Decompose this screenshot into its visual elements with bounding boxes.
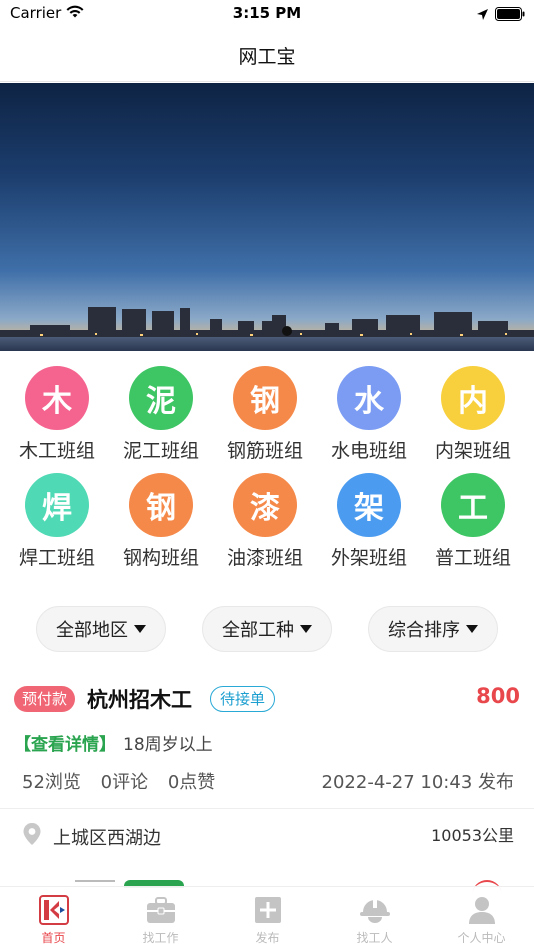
tab-bar: 首页 找工作 发布 找工人 个人中心: [0, 886, 534, 950]
category-item-interior-scaffold[interactable]: 内 内架班组: [421, 366, 525, 463]
home-logo-icon: [0, 893, 107, 927]
category-label: 钢构班组: [122, 547, 199, 569]
job-address: 上城区西湖边: [53, 828, 161, 849]
page-title: 网工宝: [238, 46, 296, 68]
view-details-link[interactable]: 【查看详情】: [14, 730, 116, 755]
category-icon: 钢: [233, 366, 297, 430]
navigation-bar: 网工宝: [0, 30, 534, 82]
tab-label: 找工作: [142, 931, 179, 945]
age-requirement: 18周岁以上: [123, 735, 213, 755]
tab-find-job[interactable]: 找工作: [107, 893, 214, 946]
prepay-badge: 预付款: [14, 686, 76, 712]
filter-sort-label: 综合排序: [388, 620, 460, 641]
battery-icon: [495, 6, 525, 25]
category-icon: 泥: [129, 366, 193, 430]
view-count: 52浏览: [22, 772, 81, 793]
category-icon: 内: [441, 366, 505, 430]
tab-profile[interactable]: 个人中心: [428, 893, 534, 946]
category-item-painting[interactable]: 漆 油漆班组: [213, 473, 317, 570]
category-label: 水电班组: [330, 440, 407, 462]
category-icon: 水: [337, 366, 401, 430]
category-item-plumbing-electric[interactable]: 水 水电班组: [317, 366, 421, 463]
banner-image: [0, 83, 534, 351]
category-label: 油漆班组: [226, 547, 303, 569]
category-label: 钢筋班组: [226, 440, 303, 462]
category-label: 泥工班组: [122, 440, 199, 462]
category-item-masonry[interactable]: 泥 泥工班组: [109, 366, 213, 463]
job-distance: 10053公里: [431, 826, 514, 845]
category-icon: 焊: [25, 473, 89, 537]
briefcase-icon: [107, 893, 214, 927]
comment-count: 0评论: [100, 772, 149, 793]
caret-down-icon: [466, 625, 478, 633]
category-item-carpentry[interactable]: 木 木工班组: [5, 366, 109, 463]
filter-sort-dropdown[interactable]: 综合排序: [368, 606, 498, 652]
category-label: 普工班组: [434, 547, 511, 569]
category-item-exterior-scaffold[interactable]: 架 外架班组: [317, 473, 421, 570]
caret-down-icon: [134, 625, 146, 633]
filter-trade-label: 全部工种: [222, 620, 294, 641]
tab-home[interactable]: 首页: [0, 893, 107, 946]
category-icon: 木: [25, 366, 89, 430]
tab-label: 发布: [255, 931, 280, 945]
status-bar: Carrier 3:15 PM: [0, 0, 534, 30]
category-item-welding[interactable]: 焊 焊工班组: [5, 473, 109, 570]
person-icon: [428, 893, 534, 927]
category-label: 焊工班组: [18, 547, 95, 569]
caret-down-icon: [300, 625, 312, 633]
filter-region-dropdown[interactable]: 全部地区: [36, 606, 166, 652]
tab-label: 找工人: [356, 931, 393, 945]
category-icon: 钢: [129, 473, 193, 537]
category-icon: 架: [337, 473, 401, 537]
hard-hat-icon: [321, 893, 428, 927]
category-item-steel-structure[interactable]: 钢 钢构班组: [109, 473, 213, 570]
tab-label: 首页: [41, 931, 66, 945]
tab-find-worker[interactable]: 找工人: [321, 893, 428, 946]
filter-region-label: 全部地区: [56, 620, 128, 641]
tab-label: 个人中心: [457, 931, 506, 945]
job-price: 800: [476, 684, 520, 708]
tab-publish[interactable]: 发布: [214, 893, 321, 946]
job-stats: 52浏览 0评论 0点赞: [22, 768, 229, 794]
clock-time: 3:15 PM: [232, 4, 302, 22]
plus-square-icon: [214, 893, 321, 927]
category-icon: 工: [441, 473, 505, 537]
category-label: 木工班组: [18, 440, 95, 462]
job-list-item[interactable]: 预付款 杭州招木工 待接单 800 【查看详情】 18周岁以上 52浏览 0评论…: [0, 672, 534, 872]
carousel-indicator-dot[interactable]: [282, 326, 292, 336]
location-pin-icon: [22, 822, 42, 850]
divider: [0, 808, 534, 809]
category-label: 内架班组: [434, 440, 511, 462]
category-label: 外架班组: [330, 547, 407, 569]
location-arrow-icon: [476, 6, 489, 25]
category-icon: 漆: [233, 473, 297, 537]
category-item-rebar[interactable]: 钢 钢筋班组: [213, 366, 317, 463]
status-badge: 待接单: [210, 686, 276, 712]
publish-time: 2022-4-27 10:43 发布: [321, 772, 514, 793]
like-count: 0点赞: [167, 772, 216, 793]
category-item-general-labor[interactable]: 工 普工班组: [421, 473, 525, 570]
banner-carousel[interactable]: [0, 83, 534, 351]
job-title: 杭州招木工: [87, 688, 192, 712]
filter-trade-dropdown[interactable]: 全部工种: [202, 606, 332, 652]
